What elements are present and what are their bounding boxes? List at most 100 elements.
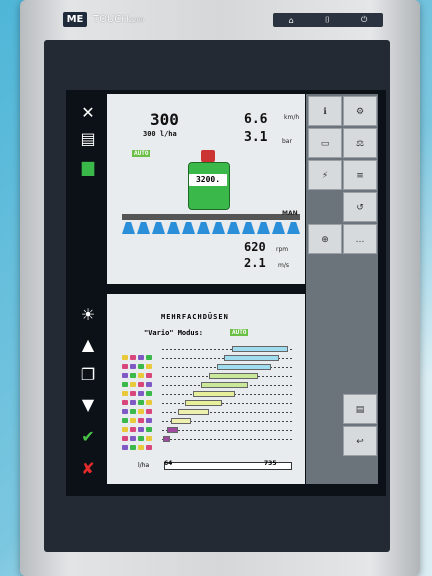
nozzle-indicator: [146, 418, 152, 423]
auto-button[interactable]: ⚡: [308, 160, 342, 190]
rate-value: 300: [150, 110, 179, 129]
nozzle-indicator: [122, 364, 128, 369]
nozzle-indicator: [146, 373, 152, 378]
tractor-icon[interactable]: ▆: [74, 155, 102, 179]
nozzle-indicator: [122, 391, 128, 396]
slider-min: 64: [164, 460, 173, 467]
nozzle-range-bar: [201, 382, 248, 388]
cancel-icon[interactable]: ✘: [74, 457, 102, 481]
section-icon: [242, 222, 255, 234]
auto-badge: AUTO: [132, 150, 151, 157]
nozzle-indicator: [138, 427, 144, 432]
nozzle-indicator: [130, 382, 136, 387]
flow-value: 2.1: [244, 256, 266, 270]
nozzle-indicator: [138, 373, 144, 378]
nozzle-indicator: [122, 355, 128, 360]
nozzle-range-bar: [193, 391, 235, 397]
brand-title: TOUCH: [93, 14, 129, 25]
hardware-buttons: ⌂ ⌷ ⏻: [273, 13, 383, 27]
nozzle-legend: [122, 355, 158, 461]
add-button[interactable]: ⊕: [308, 224, 342, 254]
nozzle-range-bar: [232, 346, 289, 352]
slider-max: 735: [264, 460, 277, 467]
section-icon: [197, 222, 210, 234]
confirm-icon[interactable]: ✔: [74, 425, 102, 449]
mode-label: "Vario" Modus:: [144, 329, 204, 337]
reset-button[interactable]: ↺: [343, 192, 377, 222]
home-icon[interactable]: ⌂: [289, 16, 294, 25]
nozzle-range-bar: [167, 427, 178, 433]
arrow-up-icon[interactable]: ▲: [74, 333, 102, 357]
boom-sections: [122, 222, 300, 236]
nozzle-indicator: [130, 355, 136, 360]
checklist-icon[interactable]: ▤: [74, 127, 102, 151]
card-icon[interactable]: ⌷: [325, 15, 330, 25]
nozzle-range-bar: [163, 436, 170, 442]
nozzle-indicator: [130, 409, 136, 414]
nozzle-range-bar: [216, 364, 272, 370]
nozzle-indicator: [130, 364, 136, 369]
section-icon: [287, 222, 300, 234]
brightness-icon[interactable]: ☀: [74, 303, 102, 327]
more-button[interactable]: …: [343, 224, 377, 254]
nozzle-indicator: [130, 400, 136, 405]
section-icon: [122, 222, 135, 234]
settings-button[interactable]: ⚙: [343, 96, 377, 126]
nozzle-indicator: [146, 445, 152, 450]
nozzle-indicator: [146, 391, 152, 396]
arrow-down-icon[interactable]: ▼: [74, 393, 102, 417]
section-icon: [227, 222, 240, 234]
tank-graphic: [188, 162, 230, 210]
section-icon: [272, 222, 285, 234]
brand-model: 1200: [128, 17, 145, 24]
nozzle-range-bar: [224, 355, 279, 361]
brand-logo: ME: [63, 12, 87, 27]
left-toolbar: ✕ ▤ ▆ ☀ ▲ ❐ ▼ ✔ ✘: [70, 95, 106, 485]
nozzle-range-bar: [171, 418, 191, 424]
nozzle-indicator: [146, 427, 152, 432]
windows-icon[interactable]: ❐: [74, 363, 102, 387]
nozzle-indicator: [122, 436, 128, 441]
nozzle-indicator: [138, 364, 144, 369]
info-button[interactable]: ℹ: [308, 96, 342, 126]
nozzle-indicator: [146, 382, 152, 387]
grid-line: [162, 403, 292, 404]
back-button[interactable]: ↩: [343, 426, 377, 456]
nozzle-indicator: [122, 418, 128, 423]
section-icon: [212, 222, 225, 234]
tank-cap: [201, 150, 215, 162]
nozzle-indicator: [138, 436, 144, 441]
pressure-value: 3.1: [244, 130, 268, 145]
nozzle-indicator: [122, 427, 128, 432]
nozzle-indicator: [130, 427, 136, 432]
pressure-button[interactable]: ⚖: [343, 128, 377, 158]
nozzle-indicator: [138, 409, 144, 414]
nozzle-indicator: [138, 391, 144, 396]
nozzle-indicator: [130, 418, 136, 423]
nozzle-indicator: [146, 436, 152, 441]
flow-unit: m/s: [278, 262, 289, 269]
nozzle-indicator: [146, 364, 152, 369]
nozzle-indicator: [138, 400, 144, 405]
tools-icon[interactable]: ✕: [74, 101, 102, 125]
speed-unit: km/h: [284, 114, 300, 121]
pressure-unit: bar: [282, 138, 292, 145]
nozzle-indicator: [138, 418, 144, 423]
tank-button[interactable]: ▭: [308, 128, 342, 158]
nozzle-indicator: [122, 373, 128, 378]
nozzle-range-bar: [185, 400, 222, 406]
section-icon: [152, 222, 165, 234]
power-icon[interactable]: ⏻: [361, 15, 367, 25]
document-button[interactable]: ▤: [343, 394, 377, 424]
nozzle-indicator: [130, 436, 136, 441]
brand-name: TOUCH1200: [93, 13, 144, 28]
grid-line: [162, 430, 292, 431]
section-icon: [257, 222, 270, 234]
section-icon: [182, 222, 195, 234]
nozzle-indicator: [138, 382, 144, 387]
nozzle-range-chart: [162, 345, 292, 457]
tank-level: 3200.: [189, 174, 227, 186]
section-button[interactable]: ≡: [343, 160, 377, 190]
nozzle-indicator: [138, 445, 144, 450]
nozzle-indicator: [130, 373, 136, 378]
